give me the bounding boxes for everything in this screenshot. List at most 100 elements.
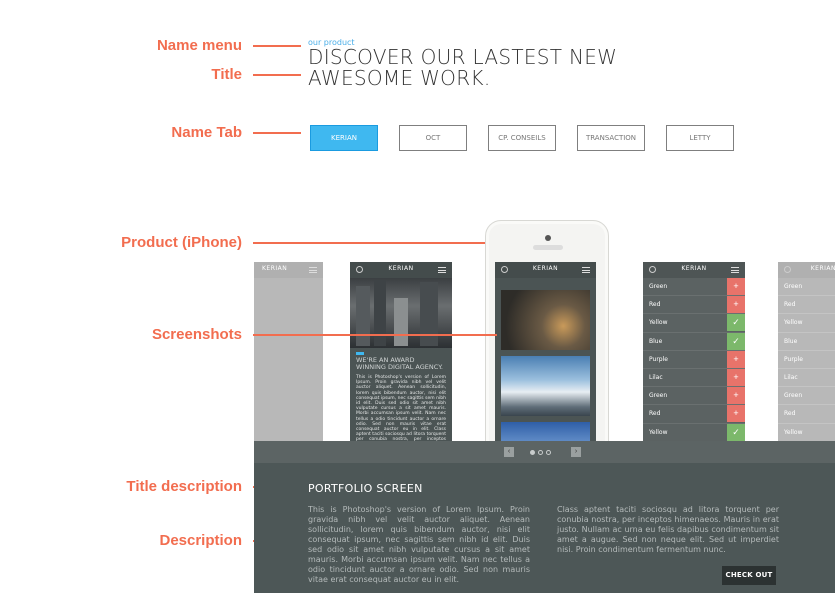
pager-dot-3[interactable] — [546, 450, 551, 455]
color-list-item[interactable]: Yellow ✓ — [643, 314, 745, 333]
color-list-item[interactable]: Blue ✓ — [643, 332, 745, 351]
screenshot-article[interactable]: KERIAN WE'RE AN AWARD WINNING DIGITAL AG… — [350, 262, 452, 442]
color-list-item[interactable]: Purple — [778, 351, 835, 369]
color-list-item[interactable]: Green + — [643, 278, 745, 297]
tab-oct[interactable]: OCT — [399, 125, 467, 151]
annotation-screenshots: Screenshots — [151, 326, 242, 343]
app-name: KERIAN — [681, 265, 707, 272]
color-label: Blue — [784, 337, 798, 345]
check-icon[interactable]: ✓ — [727, 332, 745, 350]
portfolio-description-right: Class aptent taciti sociosqu ad litora t… — [557, 505, 779, 554]
screenshot-faded-left[interactable]: KERIAN — [254, 262, 323, 442]
speaker — [533, 245, 563, 250]
annotation-name-tab: Name Tab — [171, 124, 242, 141]
app-name: KERIAN — [810, 265, 835, 272]
title-line-2: AWESOME WORK. — [308, 66, 491, 90]
color-label: Yellow — [784, 319, 803, 327]
gallery-photo-sky — [501, 422, 590, 442]
pager-dot-2[interactable] — [538, 450, 543, 455]
color-label: Blue — [649, 337, 663, 345]
title-line-1: DISCOVER OUR LASTEST NEW — [308, 45, 618, 69]
color-label: Red — [784, 410, 796, 418]
app-name: KERIAN — [388, 265, 414, 272]
hamburger-icon — [582, 267, 590, 273]
add-icon[interactable]: + — [727, 296, 745, 314]
color-list-item[interactable]: Yellow — [778, 314, 835, 333]
portfolio-panel: ‹ › PORTFOLIO SCREEN This is Photoshop's… — [254, 441, 835, 593]
city-photo — [350, 278, 452, 348]
color-label: Green — [784, 283, 803, 290]
hamburger-icon — [309, 267, 317, 273]
hamburger-icon — [731, 267, 739, 273]
annotation-description: Description — [159, 532, 242, 549]
color-list-item[interactable]: Blue — [778, 333, 835, 351]
check-icon[interactable]: ✓ — [727, 314, 745, 332]
accent-mark — [356, 352, 364, 355]
article-body: WE'RE AN AWARD WINNING DIGITAL AGENCY. T… — [350, 348, 452, 442]
tab-transaction[interactable]: TRANSACTION — [577, 125, 645, 151]
color-label: Yellow — [784, 428, 803, 436]
add-icon[interactable]: + — [727, 405, 745, 423]
camera-icon — [545, 235, 551, 241]
annotation-product: Product (iPhone) — [121, 234, 242, 251]
app-bar: KERIAN — [350, 262, 452, 278]
tab-letty[interactable]: LETTY — [666, 125, 734, 151]
app-bar: KERIAN — [778, 262, 835, 278]
color-list-item[interactable]: Purple + — [643, 350, 745, 369]
color-list-item[interactable]: Red — [778, 296, 835, 315]
screenshots-carousel: KERIAN KERIAN WE'RE AN AWARD WINNING DIG… — [254, 220, 835, 442]
gallery-photo-street — [501, 290, 590, 350]
color-label: Red — [649, 410, 661, 418]
color-list-item[interactable]: Yellow — [778, 424, 835, 442]
check-icon[interactable]: ✓ — [727, 423, 745, 441]
color-label: Red — [649, 301, 661, 309]
page-title: DISCOVER OUR LASTEST NEW AWESOME WORK. — [308, 47, 617, 89]
portfolio-description-left: This is Photoshop's version of Lorem Ips… — [308, 505, 530, 584]
color-label: Lilac — [784, 373, 798, 381]
color-list-item[interactable]: Yellow ✓ — [643, 423, 745, 442]
annotation-name-menu: Name menu — [156, 37, 242, 54]
color-list: Green + Red + Yellow ✓ Blue ✓ Purple + Lilac + Green… — [643, 278, 745, 442]
add-icon[interactable]: + — [727, 350, 745, 368]
next-arrow-icon[interactable]: › — [571, 447, 581, 457]
pager-dot-1[interactable] — [530, 450, 535, 455]
color-list-item[interactable]: Lilac — [778, 369, 835, 388]
color-label: Purple — [649, 355, 668, 363]
color-label: Green — [649, 392, 668, 400]
add-icon[interactable]: + — [727, 278, 745, 295]
tab-cp-conseils[interactable]: CP. CONSEILS — [488, 125, 556, 151]
color-list-item[interactable]: Red — [778, 405, 835, 424]
color-label: Yellow — [649, 319, 668, 327]
screenshot-gallery[interactable]: KERIAN — [495, 262, 596, 442]
hamburger-icon — [438, 267, 446, 273]
annotation-line-name-tab — [253, 132, 301, 134]
tab-kerian[interactable]: KERIAN — [310, 125, 378, 151]
gallery-photo-mountains — [501, 356, 590, 416]
color-label: Green — [649, 283, 668, 290]
color-list-item[interactable]: Lilac + — [643, 368, 745, 388]
color-list-item[interactable]: Green — [778, 387, 835, 406]
add-icon[interactable]: + — [727, 387, 745, 405]
app-name: KERIAN — [532, 265, 559, 272]
color-list-item[interactable]: Red + — [643, 405, 745, 424]
app-bar: KERIAN — [254, 262, 323, 278]
color-list-item[interactable]: Red + — [643, 296, 745, 315]
article-text: This is Photoshop's version of Lorem Ips… — [356, 375, 446, 442]
color-label: Yellow — [649, 428, 668, 436]
color-list-item[interactable]: Green — [778, 278, 835, 297]
add-icon[interactable]: + — [727, 368, 745, 386]
prev-arrow-icon[interactable]: ‹ — [504, 447, 514, 457]
annotation-line-title — [253, 74, 301, 76]
article-heading: WE'RE AN AWARD WINNING DIGITAL AGENCY. — [356, 356, 443, 371]
screenshot-faded-right[interactable]: KERIAN Green Red Yellow Blue Purple Lilac Gree… — [778, 262, 835, 442]
color-label: Red — [784, 301, 796, 309]
portfolio-title: PORTFOLIO SCREEN — [308, 482, 423, 495]
color-list-item[interactable]: Green + — [643, 387, 745, 406]
check-out-button[interactable]: CHECK OUT — [722, 566, 776, 585]
color-label: Lilac — [649, 373, 663, 381]
annotation-line-screenshots — [253, 334, 497, 336]
annotation-title-description: Title description — [126, 478, 242, 495]
carousel-pager: ‹ › — [254, 441, 835, 463]
screenshot-color-list[interactable]: KERIAN Green + Red + Yellow ✓ Blue ✓ Purple + Lila… — [643, 262, 745, 442]
app-bar: KERIAN — [495, 262, 596, 278]
